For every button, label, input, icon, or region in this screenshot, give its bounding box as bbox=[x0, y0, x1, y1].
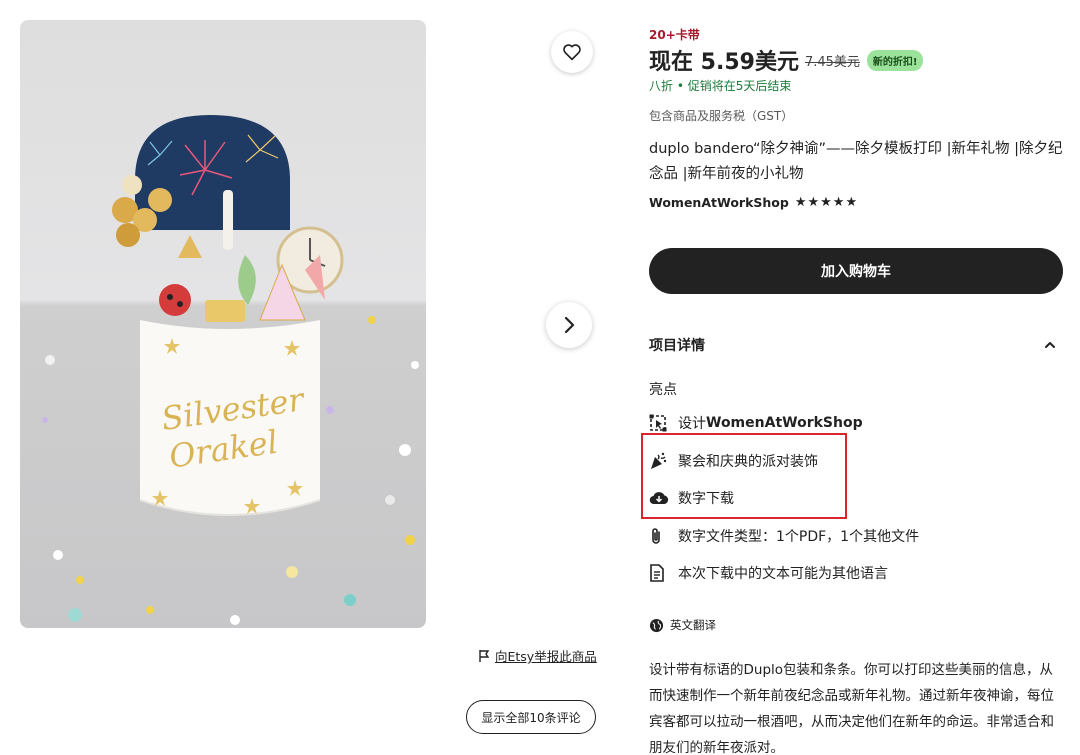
product-description: 设计带有标语的Duplo包装和条条。你可以打印这些美丽的信息，从而快速制作一个新… bbox=[649, 662, 1054, 755]
flag-icon bbox=[479, 649, 490, 662]
stock-label: 20+卡带 bbox=[649, 28, 700, 42]
globe-icon bbox=[649, 618, 664, 632]
show-all-reviews-button[interactable]: 显示全部10条评论 bbox=[466, 700, 596, 734]
oracle-cup: Silvester Orakel bbox=[139, 320, 321, 516]
paperclip-icon bbox=[649, 526, 671, 546]
product-photo-illustration: Silvester Orakel bbox=[42, 115, 419, 625]
heart-icon bbox=[563, 44, 581, 61]
current-price: 现在 5.59美元 bbox=[649, 50, 799, 75]
highlights-label: 亮点 bbox=[649, 382, 677, 398]
next-image-button[interactable] bbox=[546, 302, 592, 348]
design-tool-icon bbox=[649, 413, 671, 433]
annotation-highlight-box bbox=[641, 433, 847, 519]
product-image[interactable]: Silvester Orakel bbox=[20, 20, 426, 628]
discount-text: 八折 • 促销将在5天后结束 bbox=[649, 79, 792, 93]
designer-prefix: 设计 bbox=[678, 416, 706, 432]
file-types-text: 数字文件类型：1个PDF，1个其他文件 bbox=[678, 529, 920, 545]
highlight-designer: 设计 WomenAtWorkShop bbox=[649, 413, 863, 433]
favorite-button[interactable] bbox=[551, 31, 593, 73]
chevron-right-icon bbox=[564, 316, 575, 334]
translation-label: 英文翻译 bbox=[670, 618, 716, 632]
document-icon bbox=[649, 563, 671, 583]
chevron-up-icon bbox=[1045, 342, 1055, 348]
translation-toggle[interactable]: 英文翻译 bbox=[649, 617, 716, 633]
add-to-cart-button[interactable]: 加入购物车 bbox=[649, 248, 1063, 294]
shop-name-link[interactable]: WomenAtWorkShop bbox=[649, 195, 789, 210]
shop-rating-row: WomenAtWorkShop ★★★★★ bbox=[649, 195, 858, 210]
language-note-text: 本次下载中的文本可能为其他语言 bbox=[678, 566, 888, 582]
product-title: duplo bandero“除夕神谕”——除夕模板打印 |新年礼物 |除夕纪念品… bbox=[649, 141, 1063, 182]
highlight-language-note: 本次下载中的文本可能为其他语言 bbox=[649, 563, 888, 583]
fireworks-backdrop bbox=[135, 115, 290, 230]
report-item-label: 向Etsy举报此商品 bbox=[495, 649, 597, 664]
sale-badge: 新的折扣! bbox=[866, 49, 924, 71]
original-price: 7.45美元 bbox=[804, 54, 860, 70]
item-details-title: 项目详情 bbox=[649, 338, 705, 354]
tax-note: 包含商品及服务税（GST） bbox=[649, 109, 794, 123]
highlight-file-types: 数字文件类型：1个PDF，1个其他文件 bbox=[649, 526, 919, 546]
rating-stars: ★★★★★ bbox=[794, 195, 859, 210]
item-details-toggle[interactable]: 项目详情 bbox=[649, 332, 1063, 358]
report-item-link[interactable]: 向Etsy举报此商品 bbox=[478, 646, 597, 665]
designer-shop-link[interactable]: WomenAtWorkShop bbox=[706, 415, 863, 431]
price-row: 现在 5.59美元 7.45美元 新的折扣! bbox=[649, 44, 924, 76]
